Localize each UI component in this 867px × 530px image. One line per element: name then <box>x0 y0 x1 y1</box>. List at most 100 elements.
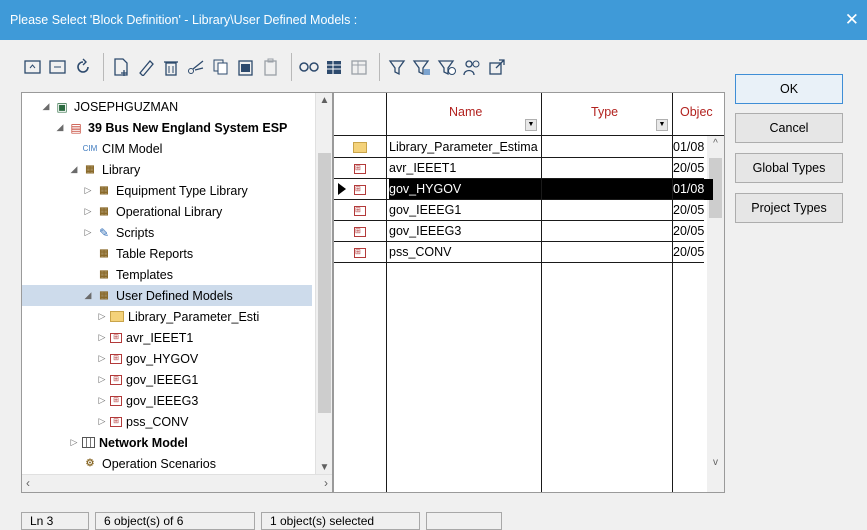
cell-object-modified[interactable]: 20/05 <box>673 242 713 263</box>
tree-item[interactable]: ▷ ⊞ avr_IEEET1 <box>22 327 312 348</box>
tree-item-label: gov_HYGOV <box>126 351 199 366</box>
expand-icon[interactable] <box>47 55 69 79</box>
expand-arrow-icon[interactable]: ▷ <box>96 416 108 427</box>
tree-item[interactable]: ▦ Templates <box>22 264 312 285</box>
expand-arrow-icon[interactable]: ▷ <box>96 353 108 364</box>
expand-arrow-icon[interactable]: ▷ <box>82 206 94 217</box>
cell-object-modified[interactable]: 20/05 <box>673 200 713 221</box>
table-row[interactable]: Library_Parameter_Estima 01/08 <box>334 137 704 158</box>
expand-arrow-icon[interactable]: ▷ <box>96 311 108 322</box>
tree-item[interactable]: ◢ ▦ User Defined Models <box>22 285 312 306</box>
tree-item[interactable]: ▷ Library_Parameter_Esti <box>22 306 312 327</box>
detail-mode-icon[interactable] <box>298 55 320 79</box>
delete-icon[interactable] <box>160 55 182 79</box>
sort-dropdown-icon[interactable]: ▼ <box>656 119 668 131</box>
paste-icon[interactable] <box>235 55 257 79</box>
cell-name[interactable]: gov_IEEEG3 <box>389 221 541 242</box>
column-header-object-modified[interactable]: Objec <box>672 93 724 136</box>
tree-item[interactable]: ▷ ⊞ gov_IEEEG1 <box>22 369 312 390</box>
cell-object-modified[interactable]: 01/08 <box>673 137 713 158</box>
scroll-up-icon[interactable]: ▲ <box>316 95 332 106</box>
cell-object-modified[interactable]: 20/05 <box>673 221 713 242</box>
project-icon: ▤ <box>70 120 82 135</box>
scroll-left-icon[interactable]: ‹ <box>26 476 30 490</box>
row-header[interactable]: ⊞ <box>334 221 386 242</box>
global-types-button[interactable]: Global Types <box>735 153 843 183</box>
tree-item[interactable]: CIM CIM Model <box>22 138 312 159</box>
tree-item[interactable]: ▷ ⊞ pss_CONV <box>22 411 312 432</box>
collapse-arrow-icon[interactable]: ◢ <box>54 122 66 133</box>
refresh-icon[interactable] <box>72 55 94 79</box>
row-header[interactable]: ⊞ <box>334 200 386 221</box>
object-grid[interactable]: Name ▼ Type ▼ Objec ^ v Library_Paramete… <box>333 92 725 493</box>
expand-arrow-icon[interactable]: ▷ <box>68 437 80 448</box>
filter-icon[interactable] <box>386 55 408 79</box>
table-row[interactable]: ⊞ pss_CONV 20/05 <box>334 242 704 263</box>
expand-arrow-icon[interactable]: ▷ <box>96 395 108 406</box>
cell-name[interactable]: Library_Parameter_Estima <box>389 137 541 158</box>
tree-item[interactable]: ▷ ⊞ gov_HYGOV <box>22 348 312 369</box>
expand-arrow-icon[interactable]: ▷ <box>96 332 108 343</box>
scroll-thumb[interactable] <box>318 153 331 413</box>
cell-name[interactable]: pss_CONV <box>389 242 541 263</box>
edit-relevant-objects-icon[interactable] <box>323 55 345 79</box>
expand-arrow-icon[interactable]: ▷ <box>82 185 94 196</box>
expand-arrow-icon[interactable]: ▷ <box>96 374 108 385</box>
table-row[interactable]: ⊞ gov_IEEEG1 20/05 <box>334 200 704 221</box>
row-header[interactable]: ⊞ <box>334 179 386 200</box>
cell-name[interactable]: gov_IEEEG1 <box>389 200 541 221</box>
column-header-object-modified-label: Objec <box>680 105 713 119</box>
tree-item[interactable]: ⚙ Operation Scenarios <box>22 453 312 474</box>
scroll-down-icon[interactable]: v <box>707 457 724 468</box>
tree-item[interactable]: ◢ ▣ JOSEPHGUZMAN <box>22 96 312 117</box>
column-header-type[interactable]: Type ▼ <box>541 93 672 136</box>
copy-icon[interactable] <box>210 55 232 79</box>
cell-object-modified[interactable]: 20/05 <box>673 158 713 179</box>
expand-arrow-icon[interactable]: ▷ <box>82 227 94 238</box>
cancel-button[interactable]: Cancel <box>735 113 843 143</box>
project-types-button[interactable]: Project Types <box>735 193 843 223</box>
filter-advanced-icon[interactable] <box>411 55 433 79</box>
row-header[interactable]: ⊞ <box>334 242 386 263</box>
new-object-icon[interactable] <box>110 55 132 79</box>
collapse-arrow-icon[interactable]: ◢ <box>68 164 80 175</box>
table-row[interactable]: ⊞ avr_IEEET1 20/05 <box>334 158 704 179</box>
cell-type[interactable] <box>542 179 672 200</box>
tree-item[interactable]: ▷ Network Model <box>22 432 312 453</box>
collapse-arrow-icon[interactable]: ◢ <box>40 101 52 112</box>
tree-item[interactable]: ▷ ⊞ gov_IEEEG3 <box>22 390 312 411</box>
tree-item[interactable]: ▷ ▦ Equipment Type Library <box>22 180 312 201</box>
row-header[interactable] <box>334 137 386 158</box>
edit-icon[interactable] <box>135 55 157 79</box>
tree-horizontal-scrollbar[interactable]: ‹ › <box>22 474 332 492</box>
filter-time-icon[interactable] <box>436 55 458 79</box>
cut-icon[interactable] <box>185 55 207 79</box>
tree-item[interactable]: ▷ ▦ Operational Library <box>22 201 312 222</box>
up-level-icon[interactable] <box>22 55 44 79</box>
scroll-down-icon[interactable]: ▼ <box>316 462 332 473</box>
tree-item[interactable]: ▷ ✎ Scripts <box>22 222 312 243</box>
scroll-right-icon[interactable]: › <box>324 476 328 490</box>
open-external-icon[interactable] <box>486 55 508 79</box>
tree-item[interactable]: ▦ Table Reports <box>22 243 312 264</box>
table-row[interactable]: ⊞ gov_HYGOV 01/08 <box>334 179 713 200</box>
tree-item[interactable]: ◢ ▦ Library <box>22 159 312 180</box>
tree-item-label: Equipment Type Library <box>116 183 248 198</box>
find-users-icon[interactable] <box>461 55 483 79</box>
close-icon[interactable]: ✕ <box>845 10 859 30</box>
tree-item[interactable]: ◢ ▤ 39 Bus New England System ESP <box>22 117 312 138</box>
tree-item-label: pss_CONV <box>126 414 189 429</box>
library-icon: ▦ <box>99 206 109 217</box>
table-row[interactable]: ⊞ gov_IEEEG3 20/05 <box>334 221 704 242</box>
cell-name[interactable]: gov_HYGOV <box>389 179 541 200</box>
cell-name[interactable]: avr_IEEET1 <box>389 158 541 179</box>
tree-item-label: JOSEPHGUZMAN <box>74 99 179 114</box>
ok-button[interactable]: OK <box>735 74 843 104</box>
cell-object-modified[interactable]: 01/08 <box>673 179 713 200</box>
row-header[interactable]: ⊞ <box>334 158 386 179</box>
collapse-arrow-icon[interactable]: ◢ <box>82 290 94 301</box>
object-tree[interactable]: ⚙ Operation Scenarios ▷ Network Model ▷ ⊞ pss_… <box>21 92 333 493</box>
tree-vertical-scrollbar[interactable]: ▲ ▼ <box>315 93 332 475</box>
sort-dropdown-icon[interactable]: ▼ <box>525 119 537 131</box>
column-header-name[interactable]: Name ▼ <box>386 93 541 136</box>
